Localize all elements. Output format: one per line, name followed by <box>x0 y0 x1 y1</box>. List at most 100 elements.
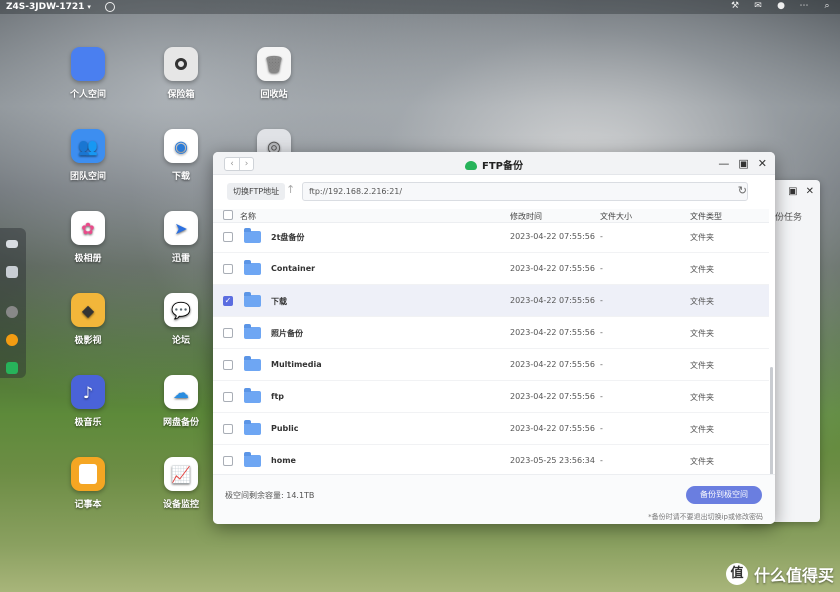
app-photos[interactable]: ✿ 极相册 <box>57 211 119 264</box>
table-row[interactable]: ✓ 下载 2023-04-22 07:55:56 - 文件夹 <box>213 285 769 317</box>
dock-app-icon[interactable] <box>6 306 18 318</box>
ftp-backup-icon[interactable] <box>6 362 18 374</box>
app-safe[interactable]: 保险箱 <box>150 47 212 100</box>
app-device-monitor[interactable]: 📈 设备监控 <box>150 457 212 510</box>
file-size: - <box>600 328 603 337</box>
file-size: - <box>600 232 603 241</box>
close-icon[interactable]: ✕ <box>806 186 814 197</box>
scrollbar[interactable] <box>770 367 773 477</box>
app-team-space[interactable]: 👥 团队空间 <box>57 129 119 182</box>
table-row[interactable]: home 2023-05-25 23:56:34 - 文件夹 <box>213 445 769 473</box>
file-name[interactable]: Multimedia <box>271 360 322 369</box>
file-type: 文件夹 <box>690 265 714 274</box>
header-modified[interactable]: 修改时间 <box>510 211 542 222</box>
file-name[interactable]: ftp <box>271 392 284 401</box>
file-modified: 2023-04-22 07:55:56 <box>510 296 595 305</box>
device-name[interactable]: Z4S-3JDW-1721 <box>6 2 84 12</box>
app-label: 极影视 <box>74 336 102 346</box>
header-name[interactable]: 名称 <box>240 211 256 222</box>
row-checkbox[interactable] <box>223 424 233 434</box>
address-field[interactable]: ftp://192.168.2.216:21/ <box>302 182 748 201</box>
app-label: 极相册 <box>74 254 102 264</box>
folder-icon <box>244 356 261 371</box>
dock-app-icon[interactable] <box>6 334 18 346</box>
minimize-icon[interactable]: — <box>718 157 729 170</box>
close-icon[interactable]: ✕ <box>758 157 767 170</box>
app-notepad[interactable]: 记事本 <box>57 457 119 510</box>
app-label: 设备监控 <box>162 500 199 510</box>
search-icon[interactable]: ⌕ <box>822 1 832 11</box>
header-size[interactable]: 文件大小 <box>600 211 632 222</box>
file-size: - <box>600 296 603 305</box>
app-forum[interactable]: 💬 论坛 <box>150 293 212 346</box>
file-name[interactable]: 照片备份 <box>271 328 303 339</box>
file-type: 文件夹 <box>690 329 714 338</box>
refresh-icon[interactable]: ↻ <box>738 184 747 197</box>
file-modified: 2023-04-22 07:55:56 <box>510 424 595 433</box>
file-name[interactable]: Public <box>271 424 299 433</box>
file-name[interactable]: Container <box>271 264 315 273</box>
folder-icon <box>244 420 261 435</box>
file-name[interactable]: home <box>271 456 296 465</box>
forum-icon: 💬 <box>164 293 198 327</box>
maximize-icon[interactable]: ▣ <box>738 157 748 170</box>
apps-grid-icon[interactable] <box>6 266 18 278</box>
app-label: 团队空间 <box>69 172 106 182</box>
header-type[interactable]: 文件类型 <box>690 211 722 222</box>
backup-to-space-button[interactable]: 备份到极空间 <box>686 486 762 504</box>
app-label: 迅雷 <box>171 254 190 264</box>
row-checkbox[interactable] <box>223 456 233 466</box>
table-row[interactable]: 照片备份 2023-04-22 07:55:56 - 文件夹 <box>213 317 769 349</box>
app-recycle-bin[interactable]: 🗑 回收站 <box>243 47 305 100</box>
file-name[interactable]: 下载 <box>271 296 287 307</box>
app-thunder[interactable]: ➤ 迅雷 <box>150 211 212 264</box>
file-size: - <box>600 392 603 401</box>
table-row[interactable]: Public 2023-04-22 07:55:56 - 文件夹 <box>213 413 769 445</box>
row-checkbox[interactable] <box>223 264 233 274</box>
chevron-down-icon[interactable]: ▾ <box>87 3 91 11</box>
file-modified: 2023-04-22 07:55:56 <box>510 264 595 273</box>
table-row[interactable]: Container 2023-04-22 07:55:56 - 文件夹 <box>213 253 769 285</box>
app-personal-space[interactable]: 个人空间 <box>57 47 119 100</box>
file-modified: 2023-05-25 23:56:34 <box>510 456 595 465</box>
app-video[interactable]: ◆ 极影视 <box>57 293 119 346</box>
globe-icon[interactable] <box>104 2 115 12</box>
watermark-text: 什么值得买 <box>753 566 834 585</box>
select-all-checkbox[interactable] <box>223 210 233 220</box>
app-music[interactable]: ♪ 极音乐 <box>57 375 119 428</box>
row-checkbox[interactable] <box>223 328 233 338</box>
table-row[interactable]: Multimedia 2023-04-22 07:55:56 - 文件夹 <box>213 349 769 381</box>
up-arrow-icon[interactable]: ↑ <box>286 183 295 196</box>
table-header: 名称 修改时间 文件大小 文件类型 <box>213 209 769 223</box>
window-footer: 极空间剩余容量: 14.1TB 备份到极空间 *备份时请不要退出切换ip或修改密… <box>213 474 775 524</box>
app-download[interactable]: ◉ 下载 <box>150 129 212 182</box>
file-modified: 2023-04-22 07:55:56 <box>510 232 595 241</box>
row-checkbox[interactable] <box>223 232 233 242</box>
top-bar: Z4S-3JDW-1721 ▾ ⚒ ✉ ● ⋯ ⌕ <box>0 0 840 14</box>
file-type: 文件夹 <box>690 233 714 242</box>
file-modified: 2023-04-22 07:55:56 <box>510 328 595 337</box>
switch-ftp-button[interactable]: 切换FTP地址 <box>227 183 286 200</box>
app-label: 记事本 <box>74 500 102 510</box>
mail-icon[interactable]: ✉ <box>753 1 763 11</box>
folder-icon <box>244 324 261 339</box>
user-icon[interactable]: ● <box>776 1 786 11</box>
folder-icon <box>244 452 261 467</box>
row-checkbox[interactable] <box>223 360 233 370</box>
trash-icon: 🗑 <box>257 47 291 81</box>
table-row[interactable]: ftp 2023-04-22 07:55:56 - 文件夹 <box>213 381 769 413</box>
maximize-icon[interactable]: ▣ <box>788 186 797 197</box>
row-checkbox[interactable]: ✓ <box>223 296 233 306</box>
tool-icon[interactable]: ⚒ <box>730 1 740 11</box>
backup-note: *备份时请不要退出切换ip或修改密码 <box>648 513 763 521</box>
app-cloud-backup[interactable]: ☁ 网盘备份 <box>150 375 212 428</box>
photos-icon: ✿ <box>71 211 105 245</box>
drive-icon[interactable] <box>6 240 18 248</box>
watermark-logo: 值 <box>725 563 748 585</box>
app-label: 个人空间 <box>69 90 106 100</box>
row-checkbox[interactable] <box>223 392 233 402</box>
file-name[interactable]: 2t盘备份 <box>271 232 304 243</box>
more-icon[interactable]: ⋯ <box>799 1 809 11</box>
table-row[interactable]: 2t盘备份 2023-04-22 07:55:56 - 文件夹 <box>213 223 769 253</box>
side-dock <box>0 228 26 378</box>
